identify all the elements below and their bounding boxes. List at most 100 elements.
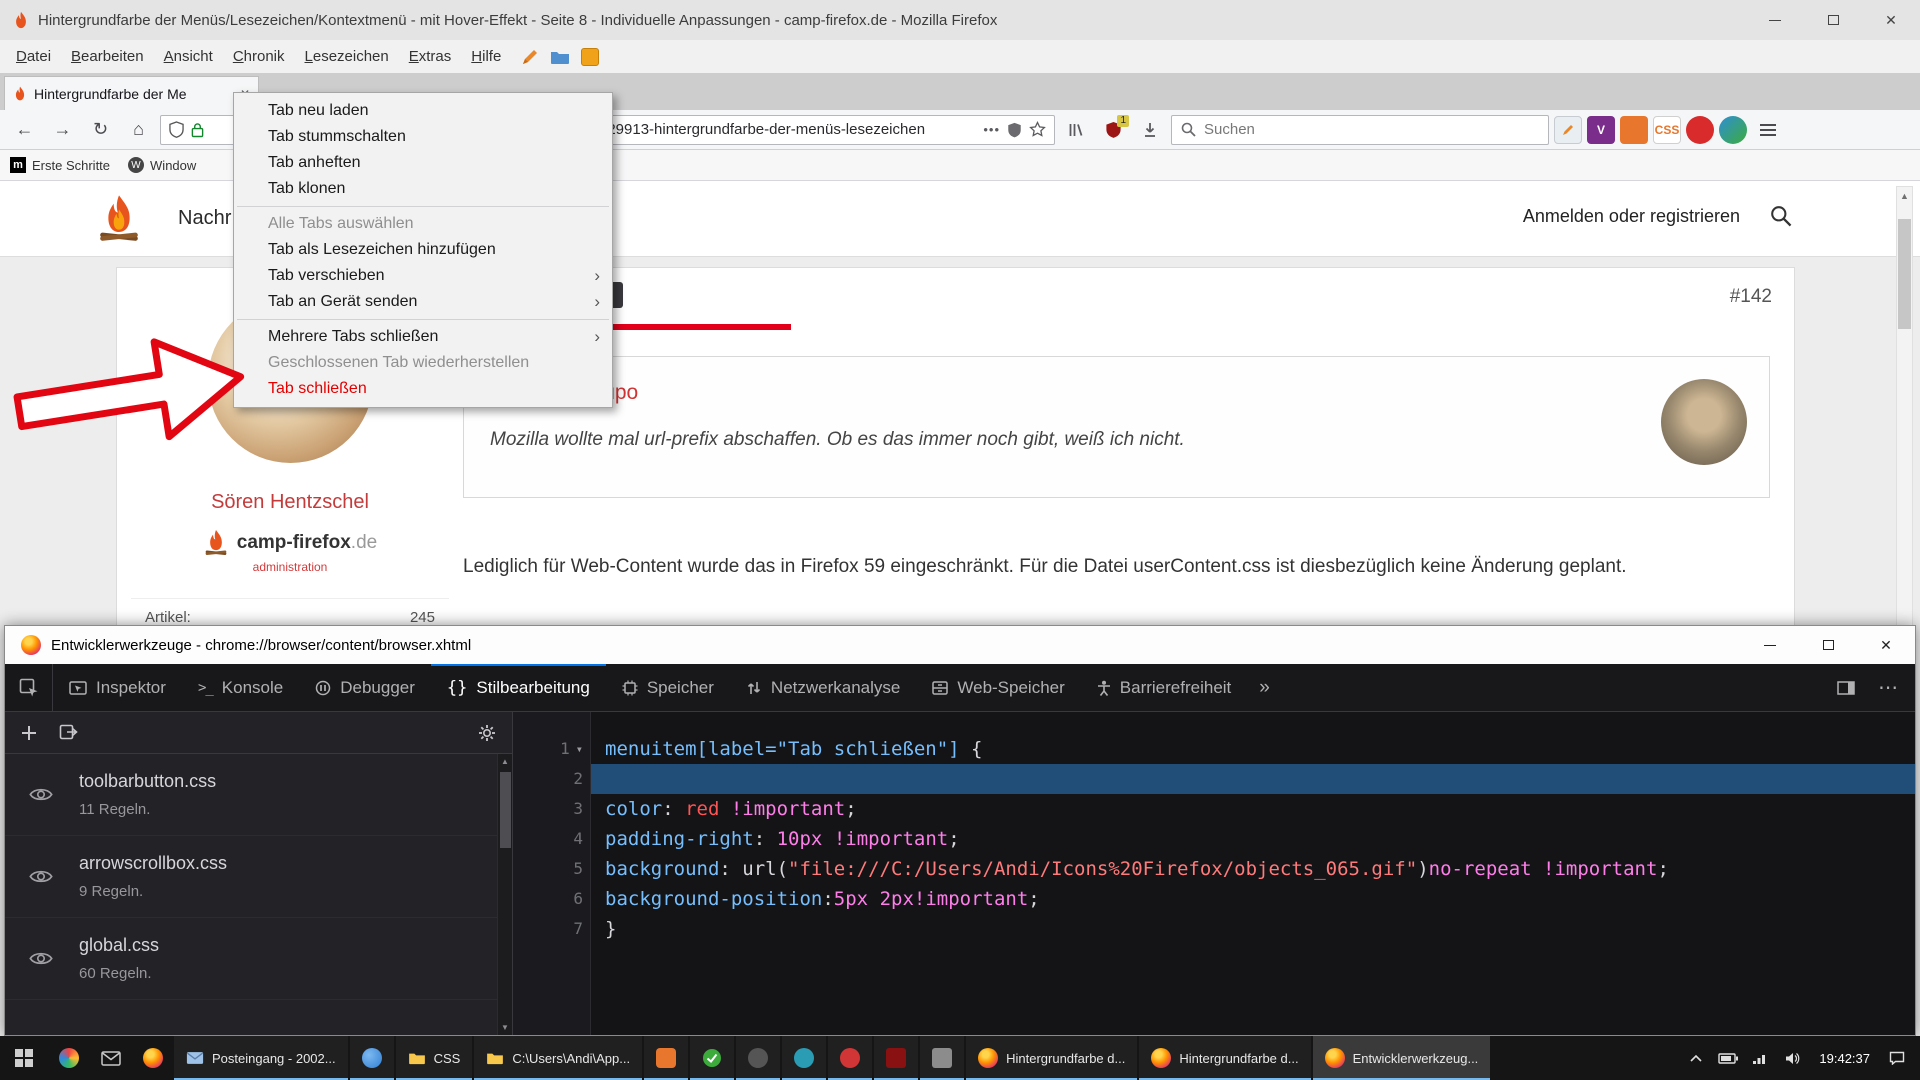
selected-empty-line[interactable] xyxy=(591,764,1915,794)
menu-item-tab-als-lesezeichen[interactable]: Tab als Lesezeichen hinzufügen xyxy=(234,237,612,263)
signin-link[interactable]: Anmelden oder registrieren xyxy=(1523,206,1740,227)
taskbar-button-blue-app[interactable] xyxy=(350,1036,394,1080)
devtools-maximize-button[interactable] xyxy=(1799,626,1857,664)
taskbar-button-posteingang[interactable]: Posteingang - 2002... xyxy=(174,1036,348,1080)
pick-element-button[interactable] xyxy=(5,664,53,711)
forward-button[interactable]: → xyxy=(46,114,79,146)
fold-arrow-icon[interactable]: ▾ xyxy=(576,734,583,764)
code-line-6[interactable]: 6 background-position:5px 2px!important; xyxy=(513,884,1915,914)
taskbar-button-red-circle-app[interactable] xyxy=(828,1036,872,1080)
notes-extension-icon[interactable] xyxy=(1554,116,1582,144)
tab-netzwerkanalyse[interactable]: Netzwerkanalyse xyxy=(730,664,916,711)
taskbar-button-firefox-1[interactable]: Hintergrundfarbe d... xyxy=(966,1036,1137,1080)
menu-lesezeichen[interactable]: Lesezeichen xyxy=(295,40,399,73)
tab-stilbearbeitung[interactable]: {} Stilbearbeitung xyxy=(431,664,606,711)
notification-icon[interactable] xyxy=(1886,1051,1908,1065)
menu-extras[interactable]: Extras xyxy=(399,40,462,73)
dock-side-button[interactable] xyxy=(1827,664,1865,711)
color-circle-extension-icon[interactable] xyxy=(1719,116,1747,144)
bookmark-star-icon[interactable] xyxy=(1029,121,1046,138)
taskbar-clock[interactable]: 19:42:37 xyxy=(1813,1051,1876,1066)
menu-item-tab-neu-laden[interactable]: Tab neu laden xyxy=(234,98,612,124)
volume-icon[interactable] xyxy=(1781,1052,1803,1065)
scroll-up-icon[interactable]: ▲ xyxy=(501,757,509,766)
menu-item-tab-an-geraet-senden[interactable]: Tab an Gerät senden › xyxy=(234,289,612,315)
pinned-mail-icon[interactable] xyxy=(90,1036,132,1080)
permissions-shield-icon[interactable] xyxy=(1007,122,1022,138)
gear-icon[interactable] xyxy=(478,724,496,742)
scrollbar-thumb[interactable] xyxy=(1898,219,1911,329)
stylesheet-pane-scrollbar[interactable]: ▲ ▼ xyxy=(497,754,512,1035)
visibility-eye-icon[interactable] xyxy=(29,951,53,966)
taskbar-button-explorer-path[interactable]: C:\Users\Andi\App... xyxy=(474,1036,642,1080)
reload-button[interactable]: ↻ xyxy=(84,114,117,146)
menu-item-mehrere-tabs-schliessen[interactable]: Mehrere Tabs schließen › xyxy=(234,324,612,350)
menu-item-tab-verschieben[interactable]: Tab verschieben › xyxy=(234,263,612,289)
stylesheet-item[interactable]: global.css 60 Regeln. xyxy=(5,918,512,1000)
app-menu-button[interactable] xyxy=(1752,114,1784,146)
style-editor[interactable]: 1▾ menuitem[label="Tab schließen"] { 2 3… xyxy=(513,712,1915,1035)
maximize-button[interactable] xyxy=(1804,0,1862,40)
stylesheet-name[interactable]: toolbarbutton.css xyxy=(79,771,216,792)
scrollbar-thumb[interactable] xyxy=(500,772,511,848)
author-name[interactable]: Sören Hentzschel xyxy=(131,491,449,514)
tab[interactable]: Hintergrundfarbe der Me ✕ xyxy=(4,76,259,110)
taskbar-button-dark-app[interactable] xyxy=(736,1036,780,1080)
page-actions-icon[interactable]: ••• xyxy=(983,122,1000,137)
orange-extension-icon[interactable] xyxy=(1620,116,1648,144)
taskbar-button-teal-app[interactable] xyxy=(782,1036,826,1080)
download-button[interactable] xyxy=(1134,114,1166,146)
minimize-button[interactable] xyxy=(1746,0,1804,40)
scroll-down-icon[interactable]: ▼ xyxy=(501,1023,509,1032)
battery-icon[interactable] xyxy=(1717,1053,1739,1064)
network-icon[interactable] xyxy=(1749,1052,1771,1064)
tab-barrierefreiheit[interactable]: Barrierefreiheit xyxy=(1081,664,1248,711)
close-button[interactable]: ✕ xyxy=(1862,0,1920,40)
menu-chronik[interactable]: Chronik xyxy=(223,40,295,73)
visibility-eye-icon[interactable] xyxy=(29,787,53,802)
tab-konsole[interactable]: >_ Konsole xyxy=(182,664,299,711)
stylesheet-name[interactable]: global.css xyxy=(79,935,159,956)
taskbar-button-darkred-app[interactable] xyxy=(874,1036,918,1080)
code-line-5[interactable]: 5 background: url("file:///C:/Users/Andi… xyxy=(513,854,1915,884)
taskbar-button-grey-app[interactable] xyxy=(920,1036,964,1080)
library-button[interactable] xyxy=(1060,114,1092,146)
devtools-close-button[interactable]: ✕ xyxy=(1857,626,1915,664)
bookmark-window[interactable]: W Window xyxy=(128,157,196,173)
home-button[interactable]: ⌂ xyxy=(122,114,155,146)
ublock-extension-button[interactable]: 1 xyxy=(1097,114,1129,146)
taskbar-button-devtools[interactable]: Entwicklerwerkzeug... xyxy=(1313,1036,1491,1080)
back-button[interactable]: ← xyxy=(8,114,41,146)
menu-ansicht[interactable]: Ansicht xyxy=(154,40,223,73)
more-tools-button[interactable]: » xyxy=(1247,664,1282,711)
menu-item-tab-klonen[interactable]: Tab klonen xyxy=(234,176,612,202)
code-line-3[interactable]: 3 color: red !important; xyxy=(513,794,1915,824)
menu-item-tab-anheften[interactable]: Tab anheften xyxy=(234,150,612,176)
devtools-menu-button[interactable]: ⋯ xyxy=(1869,664,1907,711)
taskbar-button-green-check-app[interactable] xyxy=(690,1036,734,1080)
quote-title[interactable]: Zitat von milupo xyxy=(490,381,1639,405)
menu-item-tab-schliessen[interactable]: Tab schließen xyxy=(234,376,612,402)
menu-bearbeiten[interactable]: Bearbeiten xyxy=(61,40,154,73)
tracking-shield-icon[interactable] xyxy=(169,121,184,138)
compose-pencil-icon[interactable] xyxy=(519,46,541,68)
red-circle-extension-icon[interactable] xyxy=(1686,116,1714,144)
campfire-logo-icon[interactable] xyxy=(94,193,144,245)
quoted-user-avatar[interactable] xyxy=(1661,379,1747,465)
tab-web-speicher[interactable]: Web-Speicher xyxy=(916,664,1080,711)
taskbar-button-css-folder[interactable]: CSS xyxy=(396,1036,473,1080)
tray-expand-chevron-icon[interactable] xyxy=(1685,1054,1707,1062)
taskbar-button-firefox-2[interactable]: Hintergrundfarbe d... xyxy=(1139,1036,1310,1080)
folder-icon[interactable] xyxy=(549,46,571,68)
visibility-eye-icon[interactable] xyxy=(29,869,53,884)
code-line-1[interactable]: 1▾ menuitem[label="Tab schließen"] { xyxy=(513,734,1915,764)
code-line-4[interactable]: 4 padding-right: 10px !important; xyxy=(513,824,1915,854)
site-nav-item[interactable]: Nachr xyxy=(178,207,231,230)
start-button[interactable] xyxy=(0,1036,48,1080)
pinned-firefox-icon[interactable] xyxy=(132,1036,174,1080)
import-stylesheet-icon[interactable] xyxy=(59,724,78,741)
new-stylesheet-plus-icon[interactable] xyxy=(21,725,37,741)
stylesheet-name[interactable]: arrowscrollbox.css xyxy=(79,853,227,874)
tab-debugger[interactable]: Debugger xyxy=(299,664,431,711)
pinned-browser-icon[interactable] xyxy=(48,1036,90,1080)
